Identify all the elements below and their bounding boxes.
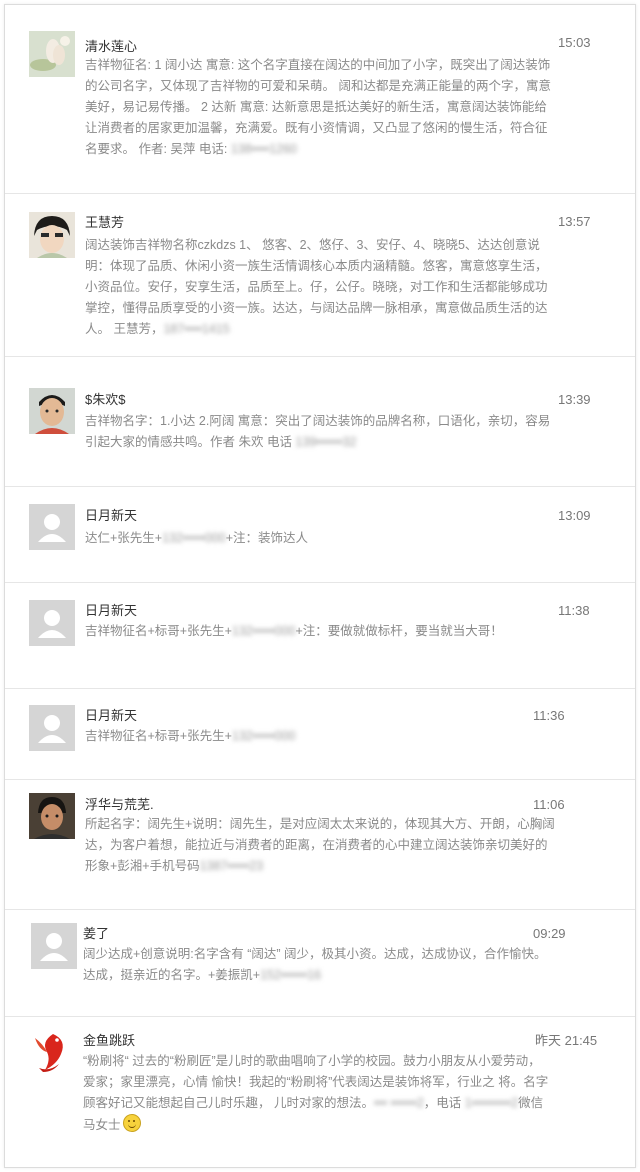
commenter-name[interactable]: $朱欢$ <box>85 392 125 408</box>
comment-text: 所起名字：阔先生+说明：阔先生，是对应阔太太来说的，体现其大方、开朗，心胸阔达，… <box>85 817 555 873</box>
comment-time: 13:09 <box>558 508 591 523</box>
comment-time: 11:36 <box>533 708 565 723</box>
boy-photo <box>29 388 75 434</box>
commenter-name[interactable]: 浮华与荒芜. <box>85 797 154 813</box>
avatar[interactable] <box>29 31 75 77</box>
comment-time: 09:29 <box>533 926 566 941</box>
phone-number: 138••••1260 <box>230 142 298 156</box>
comment-item: 姜了 09:29 阔少达成+创意说明:名字含有 “阔达” 阔少，极其小资。达成，… <box>5 909 635 1017</box>
comment-text: 阔少达成+创意说明:名字含有 “阔达” 阔少，极其小资。达成，达成协议，合作愉快… <box>83 947 547 982</box>
default-user-icon <box>29 600 75 646</box>
comment-item: 清水莲心 15:03 吉祥物征名: 1 阔小达 寓意: 这个名字直接在阔达的中间… <box>5 5 635 194</box>
comment-text: 吉祥物征名+标哥+张先生+132•••••000+注：要做就做标杆，要当就当大哥… <box>85 624 503 638</box>
girl-photo <box>29 212 75 258</box>
commenter-name[interactable]: 金鱼跳跃 <box>83 1033 135 1049</box>
avatar[interactable] <box>29 388 75 434</box>
comment-item: 日月新天 11:38 吉祥物征名+标哥+张先生+132•••••000+注：要做… <box>5 582 635 689</box>
comment-item: 日月新天 13:09 达仁+张先生+132•••••000+注：装饰达人 <box>5 486 635 583</box>
comment-item: 日月新天 11:36 吉祥物征名+标哥+张先生+132•••••000 <box>5 688 635 780</box>
comment-item: 金鱼跳跃 昨天 21:45 “粉刷将“ 过去的“粉刷匠”是儿时的歌曲唱响了小学的… <box>5 1016 635 1167</box>
default-user-icon <box>29 504 75 550</box>
commenter-name[interactable]: 日月新天 <box>85 508 137 524</box>
comment-text: “粉刷将“ 过去的“粉刷匠”是儿时的歌曲唱响了小学的校园。鼓力小朋友从小爱劳动，… <box>83 1054 549 1132</box>
avatar[interactable] <box>29 212 75 258</box>
phone-number: 132•••••000 <box>162 531 226 545</box>
comment-time: 13:39 <box>558 392 591 407</box>
avatar[interactable] <box>29 793 75 839</box>
comment-text: 吉祥物征名+标哥+张先生+132•••••000 <box>85 729 296 743</box>
avatar[interactable] <box>29 705 75 751</box>
avatar[interactable] <box>29 504 75 550</box>
goldfish-icon <box>29 1028 75 1074</box>
phone-number: 1387•••••23 <box>199 859 264 873</box>
lotus-photo <box>29 31 75 77</box>
phone-number: 1•••••••••2 <box>464 1096 519 1110</box>
avatar[interactable] <box>29 1028 75 1074</box>
phone-number: 187••••1415 <box>163 322 230 336</box>
comment-text: 吉祥物征名: 1 阔小达 寓意: 这个名字直接在阔达的中间加了小字，既突出了阔达… <box>85 58 551 156</box>
comment-item: $朱欢$ 13:39 吉祥物名字：1.小达 2.阿阔 寓意：突出了阔达装饰的品牌… <box>5 356 635 487</box>
phone-number: 152••••••16 <box>260 968 322 982</box>
commenter-name[interactable]: 姜了 <box>83 926 109 942</box>
phone-number: 132•••••000 <box>231 729 296 743</box>
comment-text: 吉祥物名字：1.小达 2.阿阔 寓意：突出了阔达装饰的品牌名称，口语化，亲切，容… <box>85 414 551 449</box>
comment-time: 11:38 <box>558 603 590 618</box>
comment-item: 浮华与荒芜. 11:06 所起名字：阔先生+说明：阔先生，是对应阔太太来说的，体… <box>5 779 635 910</box>
avatar[interactable] <box>29 600 75 646</box>
comment-time: 11:06 <box>533 797 565 812</box>
comment-time: 15:03 <box>558 35 591 50</box>
comment-text: 达仁+张先生+132•••••000+注：装饰达人 <box>85 531 309 545</box>
commenter-name[interactable]: 王慧芳 <box>85 215 124 231</box>
man-photo <box>29 793 75 839</box>
commenter-name[interactable]: 日月新天 <box>85 708 137 724</box>
comment-item: 王慧芳 13:57 阔达装饰吉祥物名称czkdzs 1、 悠客、2、悠仔、3、安… <box>5 193 635 357</box>
phone-number: 132•••••000 <box>231 624 296 638</box>
default-user-icon <box>31 923 77 969</box>
comment-time: 昨天 21:45 <box>535 1033 598 1048</box>
comment-list: 清水莲心 15:03 吉祥物征名: 1 阔小达 寓意: 这个名字直接在阔达的中间… <box>4 4 636 1168</box>
comment-time: 13:57 <box>558 214 591 229</box>
default-user-icon <box>29 705 75 751</box>
commenter-name[interactable]: 清水莲心 <box>85 39 137 55</box>
smile-emoji-icon <box>122 1114 141 1132</box>
hidden-text: ••• ••••••2 <box>373 1096 424 1110</box>
comment-text: 阔达装饰吉祥物名称czkdzs 1、 悠客、2、悠仔、3、安仔、4、晓晓5、达达… <box>85 238 548 336</box>
avatar[interactable] <box>31 923 77 969</box>
phone-number: 139••••••32 <box>295 435 357 449</box>
commenter-name[interactable]: 日月新天 <box>85 603 137 619</box>
